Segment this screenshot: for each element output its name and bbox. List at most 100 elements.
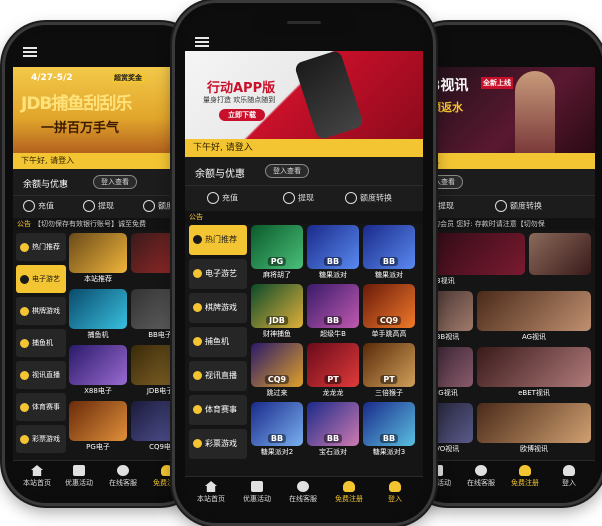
nav-support[interactable]: 在线客服 [103, 465, 143, 488]
game-art: BB [251, 402, 303, 446]
game-name: 跳过来 [266, 389, 288, 397]
transfer-icon [345, 192, 357, 204]
game-name: 超级牛B [320, 330, 346, 338]
live-tile[interactable]: eBET视讯 [477, 347, 591, 399]
transfer-icon [495, 200, 507, 212]
live-tile[interactable]: 欧博视讯 [477, 403, 591, 455]
game-provider-badge: BB [379, 257, 399, 266]
nav-home[interactable]: 本站首页 [17, 465, 57, 488]
game-tile[interactable]: BB 糖果派对3 [363, 402, 415, 458]
game-tile[interactable]: PG电子 [69, 401, 127, 453]
nav-home[interactable]: 本站首页 [189, 481, 233, 504]
promo-banner[interactable]: BB视讯 全新上线 高额返水 [415, 67, 595, 153]
nav-register[interactable]: 免费注册 [327, 481, 371, 504]
deposit-button[interactable]: 充值 [207, 192, 238, 204]
game-tile[interactable]: PT 龙龙龙 [307, 343, 359, 399]
game-tile[interactable]: BB 糖果派对2 [251, 402, 303, 458]
game-tile[interactable]: 捕鱼机 [69, 289, 127, 341]
category-lottery[interactable]: 彩票游戏 [189, 429, 247, 459]
promo-banner[interactable]: 4/27-5/2 超赏奖金 JDB捕鱼刮刮乐 一拼百万手气 [13, 67, 193, 153]
game-tile[interactable]: PT 三倍猴子 [363, 343, 415, 399]
dealer-image [515, 71, 555, 153]
category-hot[interactable]: 热门推荐 [189, 225, 247, 255]
live-tile[interactable] [529, 233, 591, 287]
game-tile[interactable]: BB 糖果派对 [363, 225, 415, 281]
deposit-icon [207, 192, 219, 204]
login-view-button[interactable]: 登入查看 [93, 175, 137, 189]
category-fishing[interactable]: 捕鱼机 [16, 329, 66, 357]
game-name: 三倍猴子 [375, 389, 403, 397]
game-provider-badge: JDB [266, 316, 288, 325]
category-cards[interactable]: 棋牌游戏 [16, 297, 66, 325]
notice-bar[interactable]: 公告 [185, 211, 423, 224]
game-tile[interactable]: PG 麻将胡了 [251, 225, 303, 281]
balance-label: 余额与优惠 [195, 169, 245, 180]
nav-login[interactable]: 登入 [549, 465, 589, 488]
withdraw-button[interactable]: 提现 [83, 200, 114, 212]
game-provider-badge: PT [380, 375, 398, 384]
fish-icon [193, 337, 202, 346]
category-sports[interactable]: 体育赛事 [189, 395, 247, 425]
live-icon [193, 371, 202, 380]
notice-bar[interactable]: 公告 【切勿保存有效银行账号】诚至免费 [13, 218, 193, 230]
category-hot[interactable]: 热门推荐 [16, 233, 66, 261]
download-button[interactable]: 立即下载 [219, 109, 265, 121]
register-icon [519, 465, 531, 476]
transfer-button[interactable]: 额度 [143, 200, 174, 212]
game-provider-badge: BB [323, 257, 343, 266]
withdraw-button[interactable]: 提现 [283, 192, 314, 204]
game-provider-badge: PT [324, 375, 342, 384]
game-tile[interactable]: X88电子 [69, 345, 127, 397]
category-slots[interactable]: 电子游艺 [189, 259, 247, 289]
notice-label: 公告 [17, 220, 31, 228]
nav-promotions[interactable]: 优惠活动 [235, 481, 279, 504]
game-provider-badge: CQ9 [376, 316, 402, 325]
category-live[interactable]: 视讯直播 [189, 361, 247, 391]
action-bar: 充值 提现 额度转换 [185, 185, 423, 212]
nav-promotions[interactable]: 优惠活动 [59, 465, 99, 488]
login-view-button[interactable]: 登入查看 [265, 164, 309, 178]
category-fishing[interactable]: 捕鱼机 [189, 327, 247, 357]
game-name: 糖果派对 [319, 271, 347, 279]
game-art: JDB [251, 284, 303, 328]
promo-banner[interactable]: 行动APP版 量身打造 欢乐随点随到 立即下载 [185, 51, 423, 139]
notice-bar[interactable]: 尊敬的会员 您好: 存款时请注意【切勿保 [415, 218, 595, 230]
sports-icon [193, 405, 202, 414]
game-tile[interactable]: 本站推荐 [69, 233, 127, 285]
category-live[interactable]: 视讯直播 [16, 361, 66, 389]
transfer-icon [143, 200, 155, 212]
nav-login[interactable]: 登入 [373, 481, 417, 504]
action-bar: 充值 提现 额度 [13, 195, 193, 218]
category-slots[interactable]: 电子游艺 [16, 265, 66, 293]
game-art: BB [363, 225, 415, 269]
category-cards[interactable]: 棋牌游戏 [189, 293, 247, 323]
greeting-bar[interactable]: 下午好, 请登入 [185, 139, 423, 157]
transfer-button[interactable]: 额度转换 [345, 192, 392, 204]
game-tile[interactable]: CQ9 跳过来 [251, 343, 303, 399]
category-lottery[interactable]: 彩票游戏 [16, 425, 66, 453]
nav-support[interactable]: 在线客服 [281, 481, 325, 504]
game-tile[interactable]: CQ9 单手跳高高 [363, 284, 415, 340]
greeting-bar[interactable]: 下午好, 请登入 [13, 153, 193, 169]
menu-icon[interactable] [195, 37, 209, 47]
category-sidebar: 热门推荐 电子游艺 棋牌游戏 捕鱼机 视讯直播 体育赛事 彩票游戏 [16, 233, 66, 457]
nav-support[interactable]: 在线客服 [461, 465, 501, 488]
menu-icon[interactable] [23, 47, 37, 57]
transfer-button[interactable]: 额度转换 [495, 200, 542, 212]
nav-register[interactable]: 免费注册 [505, 465, 545, 488]
live-grid: BB视讯 XBB视讯 AG视讯 MG视讯 eBET视讯 EVO视讯 欧博视讯 [417, 233, 593, 461]
live-tile[interactable]: AG视讯 [477, 291, 591, 343]
game-tile[interactable]: JDB 财神捕鱼 [251, 284, 303, 340]
deposit-button[interactable]: 充值 [23, 200, 54, 212]
chat-icon [297, 481, 309, 492]
chat-icon [117, 465, 129, 476]
game-tile[interactable]: BB 宝石派对 [307, 402, 359, 458]
game-art: BB [307, 284, 359, 328]
greeting-bar[interactable]: 登入 [415, 153, 595, 169]
game-tile[interactable]: BB 糖果派对 [307, 225, 359, 281]
balance-panel: 余额与优惠 登入查看 [185, 157, 423, 185]
phone-speaker [287, 21, 321, 24]
live-icon [20, 370, 29, 380]
game-tile[interactable]: BB 超级牛B [307, 284, 359, 340]
category-sports[interactable]: 体育赛事 [16, 393, 66, 421]
